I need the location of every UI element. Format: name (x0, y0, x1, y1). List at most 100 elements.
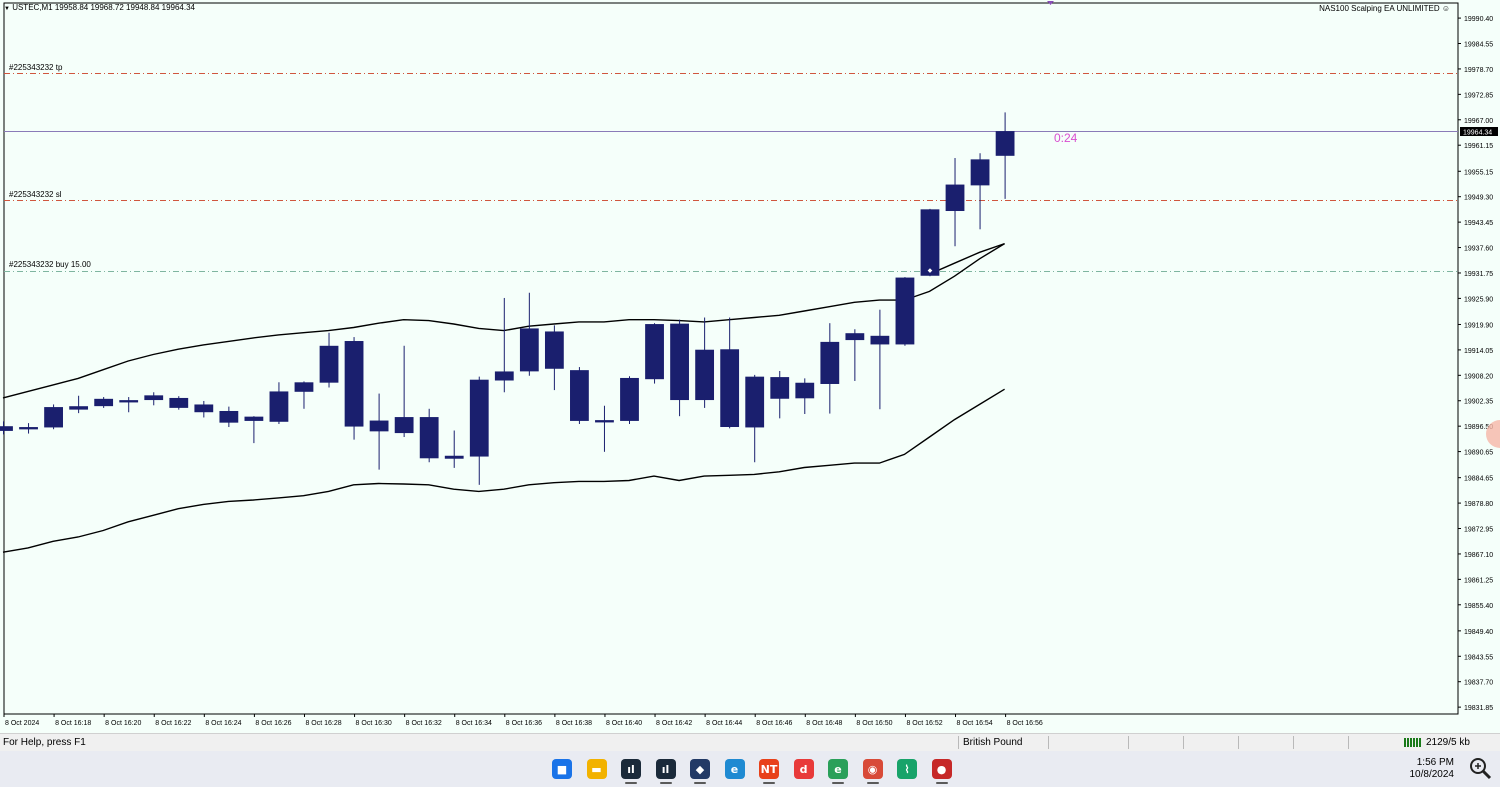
candle-body (294, 382, 314, 392)
tradingview-icon[interactable]: ⌇ (897, 759, 917, 779)
price-axis-label: 19867.10 (1464, 552, 1493, 559)
edge-alt-icon[interactable]: e (828, 759, 848, 779)
price-axis-label: 19849.40 (1464, 629, 1493, 636)
candle-body (44, 407, 63, 428)
candle-body (544, 331, 564, 369)
candle-body (19, 427, 38, 430)
candle-body (970, 159, 990, 186)
taskbar-active-indicator (659, 782, 672, 784)
time-axis-label: 8 Oct 16:50 (856, 720, 892, 727)
candle-body (845, 333, 865, 341)
candle-body (244, 416, 264, 421)
traffic-label: 2129/5 kb (1426, 737, 1470, 748)
candle-body (695, 349, 715, 401)
price-axis-label: 19972.85 (1464, 92, 1493, 99)
taskbar-active-indicator (866, 782, 879, 784)
price-axis-label: 19949.30 (1464, 195, 1493, 202)
menu-triangle-icon[interactable]: ▼ (4, 6, 10, 12)
candle-body (369, 420, 389, 432)
metatrader-icon[interactable]: ıl (621, 759, 641, 779)
taskbar-active-indicator (832, 782, 844, 784)
price-axis-label: 19890.65 (1464, 450, 1493, 457)
time-axis-label: 8 Oct 16:48 (806, 720, 842, 727)
price-axis-label: 19908.20 (1464, 373, 1493, 380)
ea-label: NAS100 Scalping EA UNLIMITED (1319, 4, 1440, 13)
time-axis-label: 8 Oct 16:40 (606, 720, 642, 727)
time-axis-label: 8 Oct 16:32 (406, 720, 442, 727)
status-divider (1293, 736, 1294, 749)
taskbar-active-indicator (694, 782, 706, 784)
chart-window[interactable]: 19990.40 19984.55 19978.70 19972.85 19967.00… (0, 0, 1500, 733)
time-axis-label: 8 Oct 16:34 (456, 720, 492, 727)
order-label-tp[interactable]: #225343232 tp (9, 63, 62, 72)
price-axis-label: 19843.55 (1464, 654, 1493, 661)
candle-body (745, 376, 765, 428)
price-axis-label: 19984.55 (1464, 42, 1493, 49)
middle-band-line (929, 242, 1005, 275)
chat-app-icon[interactable]: ◆ (690, 759, 710, 779)
time-axis-label: 8 Oct 16:30 (356, 720, 392, 727)
windows-start-icon[interactable]: ■ (552, 759, 572, 779)
time-axis-label: 8 Oct 16:52 (906, 720, 942, 727)
price-axis-label: 19967.00 (1464, 118, 1493, 125)
system-clock[interactable]: 1:56 PM 10/8/2024 (1410, 757, 1455, 781)
price-axis-label: 19961.15 (1464, 143, 1493, 150)
bar-countdown: 0:24 (1054, 131, 1078, 145)
music-app-icon[interactable]: d (793, 759, 814, 779)
magnifier-icon[interactable] (1468, 756, 1492, 780)
price-axis-label: 19884.65 (1464, 476, 1493, 483)
time-axis-label: 8 Oct 16:44 (706, 720, 742, 727)
time-axis-label: 8 Oct 16:26 (255, 720, 291, 727)
candle-body (870, 335, 890, 345)
status-divider (1128, 736, 1129, 749)
candle-body (419, 417, 439, 459)
candle-body (469, 379, 489, 457)
candle-body (394, 417, 414, 434)
candle-body (995, 131, 1015, 156)
price-axis-label: 19925.90 (1464, 296, 1493, 303)
chart-header: ▼ USTEC,M1 19958.84 19968.72 19948.84 19… (4, 3, 195, 12)
candle-body (94, 398, 114, 407)
clock-time: 1:56 PM (1416, 757, 1454, 768)
candle-body (770, 377, 790, 399)
metatrader-second-icon[interactable]: ıl (655, 759, 676, 779)
candle-body (620, 377, 639, 421)
taskbar-active-indicator (763, 782, 775, 784)
price-axis-label: 19990.40 (1464, 16, 1493, 23)
candle-body (645, 324, 664, 380)
candle-body (269, 391, 289, 422)
order-label-sl[interactable]: #225343232 sl (9, 190, 62, 199)
time-axis-label: 8 Oct 16:24 (205, 720, 241, 727)
status-divider (1183, 736, 1184, 749)
time-axis-label: 8 Oct 16:36 (506, 720, 542, 727)
screen-recorder-icon[interactable]: ● (931, 759, 952, 779)
price-axis-label: 19831.85 (1464, 705, 1493, 712)
candle-body (444, 455, 464, 459)
candle-body (895, 277, 915, 345)
price-axis-label: 19919.90 (1464, 322, 1493, 329)
file-explorer-icon[interactable]: ▬ (586, 759, 607, 779)
smiley-icon: ☺ (1441, 4, 1450, 13)
candle-body (519, 328, 539, 372)
status-divider (1048, 736, 1049, 749)
ninjatrader-icon[interactable]: NT (759, 759, 779, 779)
price-axis-label: 19943.45 (1464, 220, 1493, 227)
candle-body (194, 404, 214, 413)
time-axis-label: 8 Oct 16:46 (756, 720, 792, 727)
time-axis-label: 8 Oct 16:28 (305, 720, 341, 727)
edge-browser-icon[interactable]: e (724, 759, 745, 779)
time-axis-label: 8 Oct 16:18 (55, 720, 91, 727)
time-axis-label: 8 Oct 16:42 (656, 720, 692, 727)
chrome-icon[interactable]: ◉ (862, 759, 883, 779)
connection-bars-icon (1403, 736, 1423, 751)
candle-body (0, 426, 13, 431)
order-label-buy[interactable]: #225343232 buy 15.00 (9, 260, 91, 269)
candle-body (720, 349, 740, 428)
candle-body (595, 420, 614, 423)
price-axis-label: 19855.40 (1464, 603, 1493, 610)
candle-body (119, 400, 139, 403)
candle-body (144, 395, 164, 401)
time-axis-label: 8 Oct 16:38 (556, 720, 592, 727)
candlestick-chart[interactable]: 19990.40 19984.55 19978.70 19972.85 19967.00… (0, 0, 1500, 733)
candle-body (570, 370, 589, 421)
